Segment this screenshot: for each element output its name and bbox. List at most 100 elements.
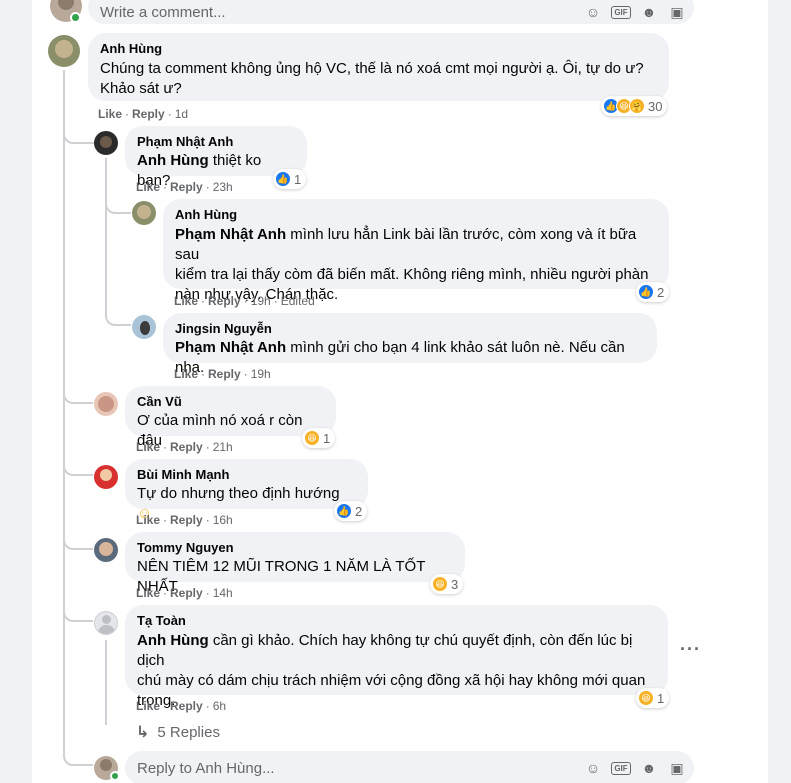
thread-connector-elbow	[63, 120, 95, 144]
haha-icon: 😆	[304, 430, 320, 446]
gif-icon[interactable]: GIF	[611, 759, 631, 777]
avatar[interactable]	[48, 35, 80, 67]
comment-timestamp[interactable]: 6h	[213, 698, 226, 714]
comment-bubble: Jingsin Nguyễn Phạm Nhật Anh mình gửi ch…	[163, 313, 657, 376]
comment-actions: Like · Reply · 6h	[136, 698, 227, 714]
reply-button[interactable]: Reply	[170, 179, 203, 195]
edited-label[interactable]: Edited	[281, 293, 315, 309]
like-button[interactable]: Like	[98, 106, 122, 122]
comment-author[interactable]: Tommy Nguyen	[137, 540, 453, 556]
thread-connector-elbow	[63, 530, 93, 550]
online-status-indicator	[70, 12, 81, 23]
comment-timestamp[interactable]: 16h	[213, 512, 233, 528]
reaction-summary[interactable]: 👍 1	[273, 169, 306, 189]
online-status-indicator	[110, 771, 120, 781]
comment-input-placeholder[interactable]: Write a comment...	[100, 4, 226, 21]
like-button[interactable]: Like	[136, 439, 160, 455]
comment-timestamp[interactable]: 19h	[251, 366, 271, 382]
comment-author[interactable]: Jingsin Nguyễn	[175, 321, 645, 337]
reply-button[interactable]: Reply	[170, 698, 203, 714]
sticker-icon[interactable]: ☻	[640, 3, 658, 21]
reaction-summary[interactable]: 😆 1	[636, 688, 669, 708]
sticker-pack-icon[interactable]: ▣	[668, 3, 686, 21]
comment-bubble: Anh Hùng Phạm Nhật Anh mình lưu hẳn Link…	[163, 199, 669, 303]
comment-text: Anh Hùng cần gì khảo. Chích hay không tự…	[137, 632, 633, 669]
comment-text: kiểm tra lại thấy còm đã biến mất. Không…	[175, 266, 649, 283]
gif-icon[interactable]: GIF	[611, 3, 631, 21]
comment-author[interactable]: Bùi Minh Mạnh	[137, 467, 356, 483]
comment-timestamp[interactable]: 23h	[213, 179, 233, 195]
like-icon: 👍	[638, 284, 654, 300]
comment-bubble: Tommy Nguyen NÊN TIÊM 12 MŨI TRONG 1 NĂM…	[125, 532, 465, 595]
reaction-summary[interactable]: 👍 😆 🤗 30	[601, 96, 667, 116]
comment-author[interactable]: Anh Hùng	[100, 41, 657, 57]
comment-timestamp[interactable]: 14h	[213, 585, 233, 601]
smile-icon[interactable]: ☺	[584, 3, 602, 21]
comment-author[interactable]: Phạm Nhật Anh	[137, 134, 295, 150]
like-icon: 👍	[275, 171, 291, 187]
avatar[interactable]	[132, 315, 156, 339]
comment-actions: Like · Reply · 16h	[136, 512, 233, 528]
haha-icon: 😆	[638, 690, 654, 706]
haha-icon: 😆	[432, 576, 448, 592]
reply-composer[interactable]: Reply to Anh Hùng... ☺ GIF ☻ ▣	[125, 751, 694, 783]
comment-actions: Like · Reply · 23h	[136, 179, 233, 195]
reaction-summary[interactable]: 😆 1	[302, 428, 335, 448]
like-icon: 👍	[336, 503, 352, 519]
page-gutter	[768, 0, 791, 783]
mention-tag[interactable]: Anh Hùng	[137, 152, 209, 169]
mention-tag[interactable]: Phạm Nhật Anh	[175, 226, 286, 243]
comment-actions: Like · Reply · 1d	[98, 106, 189, 122]
like-button[interactable]: Like	[136, 698, 160, 714]
smile-icon[interactable]: ☺	[584, 759, 602, 777]
avatar[interactable]	[94, 392, 118, 416]
mention-tag[interactable]: Phạm Nhật Anh	[175, 339, 286, 356]
comment-text: chú mày có dám chịu trách nhiệm với cộng…	[137, 672, 646, 689]
like-button[interactable]: Like	[174, 293, 198, 309]
care-icon: 🤗	[629, 98, 645, 114]
reply-button[interactable]: Reply	[208, 293, 241, 309]
reply-button[interactable]: Reply	[170, 439, 203, 455]
comment-author[interactable]: Anh Hùng	[175, 207, 657, 223]
avatar[interactable]	[132, 201, 156, 225]
sticker-icon[interactable]: ☻	[640, 759, 658, 777]
comment-author[interactable]: Cần Vũ	[137, 394, 324, 410]
comment-actions: Like · Reply · 19h	[174, 366, 271, 382]
mention-tag[interactable]: Anh Hùng	[137, 632, 209, 649]
like-button[interactable]: Like	[174, 366, 198, 382]
comment-bubble: Bùi Minh Mạnh Tự do nhưng theo định hướn…	[125, 459, 368, 522]
like-button[interactable]: Like	[136, 179, 160, 195]
reaction-count: 1	[323, 430, 331, 446]
reply-button[interactable]: Reply	[132, 106, 165, 122]
reply-input-placeholder[interactable]: Reply to Anh Hùng...	[137, 760, 275, 777]
comment-bubble: Cần Vũ Ơ của mình nó xoá r còn đâu	[125, 386, 336, 449]
avatar[interactable]	[94, 465, 118, 489]
avatar[interactable]	[94, 538, 118, 562]
avatar[interactable]	[94, 131, 118, 155]
reaction-summary[interactable]: 😆 3	[430, 574, 463, 594]
reaction-count: 1	[294, 171, 302, 187]
comment-timestamp[interactable]: 21h	[213, 439, 233, 455]
comment-author[interactable]: Tạ Toàn	[137, 613, 656, 629]
thread-connector-sub	[105, 158, 107, 318]
thread-connector-main	[63, 70, 65, 750]
top-comment-composer[interactable]: Write a comment... ☺ GIF ☻ ▣	[88, 0, 694, 24]
like-button[interactable]: Like	[136, 585, 160, 601]
comment-timestamp[interactable]: 1d	[175, 106, 188, 122]
reply-button[interactable]: Reply	[170, 585, 203, 601]
reply-button[interactable]: Reply	[170, 512, 203, 528]
comment-bubble: Tạ Toàn Anh Hùng cần gì khảo. Chích hay …	[125, 605, 668, 709]
avatar[interactable]	[94, 611, 118, 635]
reaction-summary[interactable]: 👍 2	[636, 282, 669, 302]
more-icon[interactable]: ···	[680, 639, 701, 660]
comment-text: Khảo sát ư?	[100, 80, 182, 97]
comment-timestamp[interactable]: 19h	[251, 293, 271, 309]
view-replies-link[interactable]: ↳ 5 Replies	[136, 722, 220, 742]
reaction-summary[interactable]: 👍 2	[334, 501, 367, 521]
view-replies-label[interactable]: 5 Replies	[157, 724, 220, 741]
thread-connector-elbow	[105, 310, 131, 326]
reply-button[interactable]: Reply	[208, 366, 241, 382]
like-button[interactable]: Like	[136, 512, 160, 528]
comment-actions: Like · Reply · 19h · Edited	[174, 293, 315, 309]
sticker-pack-icon[interactable]: ▣	[668, 759, 686, 777]
